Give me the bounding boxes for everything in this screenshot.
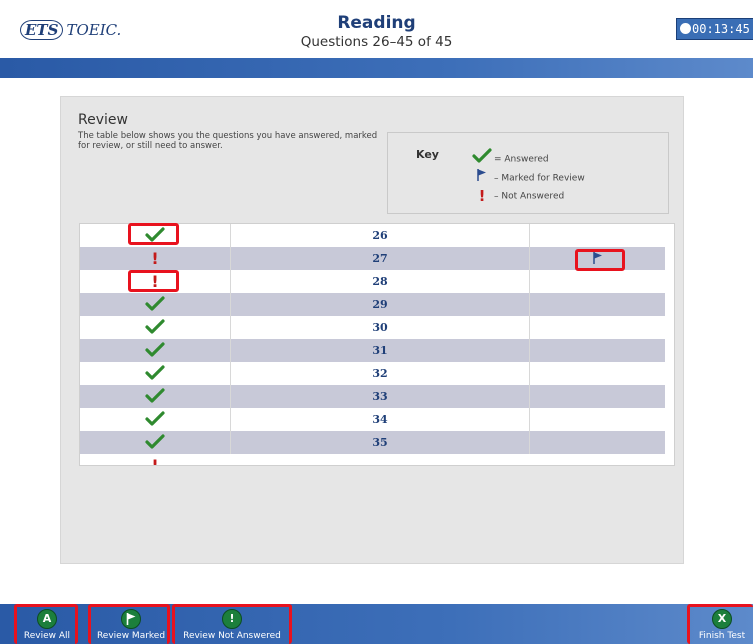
section-title: Reading — [337, 13, 416, 33]
question-number[interactable]: 35 — [230, 431, 530, 454]
exclamation-icon: ! — [151, 249, 159, 268]
question-number[interactable]: 27 — [230, 247, 530, 270]
status-cell — [80, 339, 230, 362]
key-answered: = Answered — [470, 148, 549, 165]
checkmark-icon — [145, 365, 165, 385]
key-marked: – Marked for Review — [470, 168, 585, 184]
table-row[interactable]: 31 — [80, 339, 665, 362]
flag-icon — [470, 168, 494, 188]
exclamation-icon: ! — [478, 187, 486, 205]
marked-cell — [530, 362, 665, 385]
checkmark-icon — [145, 342, 165, 362]
checkmark-icon — [145, 319, 165, 339]
header: ETS TOEIC. Reading Questions 26–45 of 45 … — [0, 0, 753, 58]
marked-cell — [530, 270, 665, 293]
table-row[interactable]: 32 — [80, 362, 665, 385]
question-number[interactable]: 30 — [230, 316, 530, 339]
clock-icon — [680, 23, 691, 34]
marked-cell — [530, 339, 665, 362]
timer[interactable]: 00:13:45 — [676, 18, 753, 40]
key-label: Key — [416, 148, 439, 161]
table-row[interactable]: 30 — [80, 316, 665, 339]
status-cell: ! — [80, 454, 230, 466]
question-number[interactable]: 29 — [230, 293, 530, 316]
status-cell — [80, 362, 230, 385]
key-not-answered-label: – Not Answered — [494, 191, 565, 202]
question-number[interactable]: 34 — [230, 408, 530, 431]
top-blue-bar — [0, 58, 753, 78]
key-legend: Key = Answered – Marked for Review ! – No… — [387, 132, 669, 214]
question-number[interactable]: 31 — [230, 339, 530, 362]
highlight-answered-q26 — [128, 223, 179, 245]
marked-cell — [530, 316, 665, 339]
status-cell — [80, 431, 230, 454]
marked-cell — [530, 431, 665, 454]
question-number[interactable]: 33 — [230, 385, 530, 408]
exclamation-icon: ! — [151, 456, 159, 466]
review-title: Review — [78, 112, 128, 128]
table-row[interactable]: 34 — [80, 408, 665, 431]
question-number[interactable]: 28 — [230, 270, 530, 293]
highlight-marked-q27 — [575, 249, 625, 271]
table-row[interactable]: 35 — [80, 431, 665, 454]
key-not-answered: ! – Not Answered — [470, 187, 565, 205]
table-row[interactable]: 33 — [80, 385, 665, 408]
highlight-review-not-answered — [172, 604, 292, 644]
marked-cell — [530, 224, 665, 247]
question-range: Questions 26–45 of 45 — [300, 34, 453, 50]
highlight-not-answered-q28 — [128, 270, 179, 292]
question-number[interactable]: 26 — [230, 224, 530, 247]
checkmark-icon — [145, 296, 165, 316]
highlight-review-all — [14, 604, 78, 644]
status-cell — [80, 385, 230, 408]
table-row[interactable]: 29 — [80, 293, 665, 316]
marked-cell — [530, 385, 665, 408]
highlight-review-marked — [88, 604, 170, 644]
checkmark-icon — [470, 148, 494, 170]
table-row-partial: ! — [80, 454, 665, 466]
status-cell — [80, 408, 230, 431]
checkmark-icon — [145, 388, 165, 408]
checkmark-icon — [145, 434, 165, 454]
marked-cell — [530, 408, 665, 431]
timer-value: 00:13:45 — [692, 22, 750, 36]
review-panel: Review The table below shows you the que… — [60, 96, 684, 564]
highlight-finish-test — [687, 604, 753, 644]
marked-cell — [530, 293, 665, 316]
key-marked-label: – Marked for Review — [494, 173, 585, 184]
question-number[interactable]: 32 — [230, 362, 530, 385]
key-answered-label: = Answered — [494, 154, 549, 165]
review-description: The table below shows you the questions … — [78, 131, 378, 151]
status-cell: ! — [80, 247, 230, 270]
checkmark-icon — [145, 411, 165, 431]
status-cell — [80, 293, 230, 316]
status-cell — [80, 316, 230, 339]
